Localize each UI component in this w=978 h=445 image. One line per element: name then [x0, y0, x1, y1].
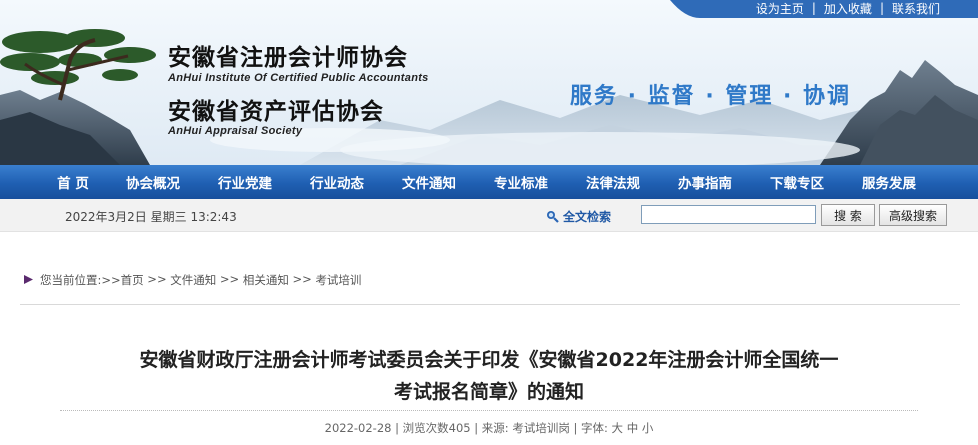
- font-small-button[interactable]: 小: [642, 421, 654, 435]
- divider: |: [879, 1, 884, 15]
- nav-news[interactable]: 行业动态: [302, 172, 372, 192]
- header-banner: 设为主页 | 加入收藏 | 联系我们 安徽省注册会计师协会 AnHui Inst…: [0, 0, 978, 165]
- breadcrumb-home[interactable]: 首页: [121, 272, 144, 288]
- source-label: 来源:: [481, 421, 509, 435]
- search-toolbar: 2022年3月2日 星期三 13:2:43 全文检索 搜 索 高级搜索: [0, 199, 978, 232]
- add-favorite-link[interactable]: 加入收藏: [824, 0, 872, 17]
- title-divider: [60, 410, 918, 411]
- breadcrumb-exam[interactable]: 考试培训: [315, 272, 361, 288]
- fulltext-search-link[interactable]: 全文检索: [546, 208, 611, 225]
- breadcrumb-related[interactable]: 相关通知: [243, 272, 289, 288]
- view-count: 浏览次数405: [402, 421, 471, 435]
- search-input[interactable]: [641, 205, 816, 224]
- advanced-search-button[interactable]: 高级搜索: [879, 204, 947, 226]
- nav-standards[interactable]: 专业标准: [486, 172, 556, 192]
- article-title-line2: 考试报名简章》的通知: [393, 381, 584, 403]
- breadcrumb-sep: >>: [143, 272, 171, 286]
- nav-party[interactable]: 行业党建: [210, 172, 280, 192]
- article-meta: 2022-02-28 | 浏览次数405 | 来源: 考试培训岗 | 字体: 大…: [324, 421, 654, 435]
- article-title-line1: 安徽省财政厅注册会计师考试委员会关于印发《安徽省2022年注册会计师全国统一: [139, 349, 839, 371]
- top-links: 设为主页 | 加入收藏 | 联系我们: [756, 0, 940, 16]
- org-name-appraisal: 安徽省资产评估协会: [168, 98, 384, 125]
- nav-laws[interactable]: 法律法规: [578, 172, 648, 192]
- current-datetime: 2022年3月2日 星期三 13:2:43: [65, 210, 237, 224]
- breadcrumb-prefix: 您当前位置:>>: [40, 273, 121, 287]
- article-title: 安徽省财政厅注册会计师考试委员会关于印发《安徽省2022年注册会计师全国统一 考…: [60, 344, 918, 408]
- breadcrumb: 您当前位置:>> 首页 >> 文件通知 >> 相关通知 >> 考试培训: [20, 272, 960, 305]
- divider: |: [811, 1, 816, 15]
- nav-home[interactable]: 首 页: [50, 172, 96, 192]
- contact-us-link[interactable]: 联系我们: [892, 0, 940, 17]
- org-name-appraisal-en: AnHui Appraisal Society: [168, 125, 303, 137]
- search-button[interactable]: 搜 索: [821, 204, 875, 226]
- nav-about[interactable]: 协会概况: [118, 172, 188, 192]
- breadcrumb-sep: >>: [288, 272, 316, 286]
- nav-notices[interactable]: 文件通知: [394, 172, 464, 192]
- breadcrumb-notices[interactable]: 文件通知: [170, 272, 216, 288]
- publish-date: 2022-02-28: [324, 421, 392, 435]
- breadcrumb-sep: >>: [216, 272, 243, 286]
- search-icon: [547, 211, 559, 223]
- slogan: 服务 · 监督 · 管理 · 协调: [570, 84, 852, 109]
- set-homepage-link[interactable]: 设为主页: [756, 0, 804, 17]
- nav-guide[interactable]: 办事指南: [670, 172, 740, 192]
- fulltext-search-label: 全文检索: [563, 210, 612, 224]
- org-name-cicpa: 安徽省注册会计师协会: [168, 44, 408, 71]
- source-value: 考试培训岗: [512, 421, 570, 435]
- nav-downloads[interactable]: 下载专区: [762, 172, 832, 192]
- font-size-label: 字体:: [581, 421, 608, 435]
- font-medium-button[interactable]: 中: [627, 421, 639, 435]
- font-large-button[interactable]: 大: [612, 421, 624, 435]
- main-nav: 首 页 协会概况 行业党建 行业动态 文件通知 专业标准 法律法规 办事指南 下…: [0, 165, 978, 199]
- arrow-bullet-icon: [24, 275, 33, 284]
- org-name-cicpa-en: AnHui Institute Of Certified Public Acco…: [168, 72, 429, 84]
- nav-services[interactable]: 服务发展: [854, 172, 924, 192]
